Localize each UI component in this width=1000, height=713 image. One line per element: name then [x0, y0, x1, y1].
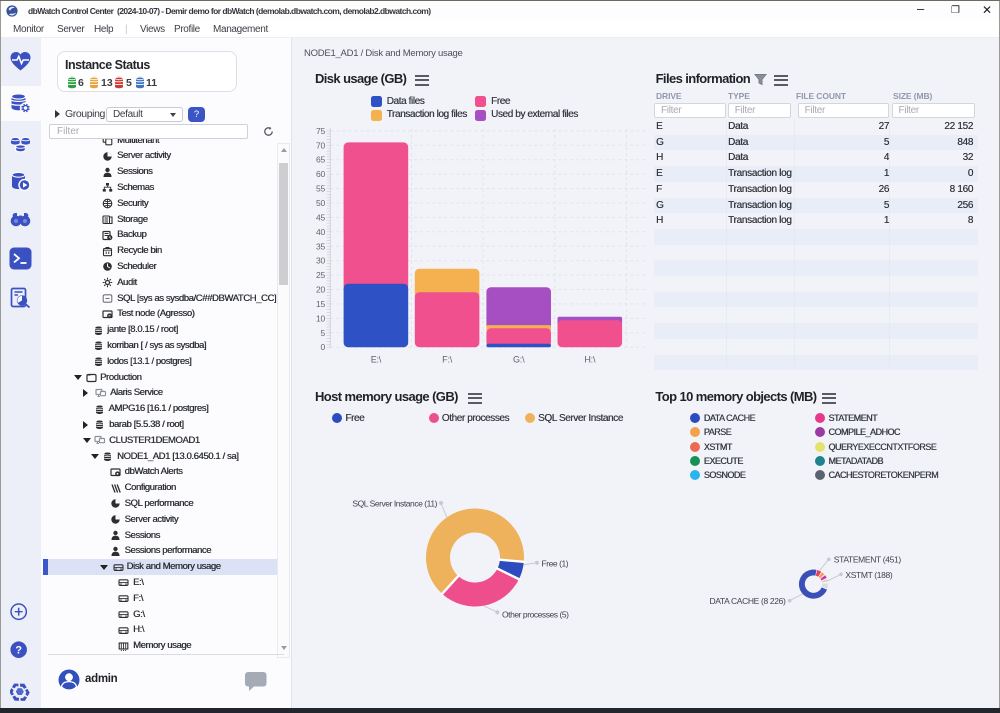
svg-text:0: 0	[320, 342, 325, 352]
svg-text:60: 60	[316, 169, 326, 179]
svg-text:XSTMT (188): XSTMT (188)	[845, 570, 893, 580]
svg-text:H:\: H:\	[584, 355, 596, 365]
svg-text:?: ?	[15, 644, 22, 656]
svg-text:Free (1): Free (1)	[542, 558, 569, 568]
svg-text:DATA CACHE (8 226): DATA CACHE (8 226)	[709, 596, 786, 606]
svg-text:25: 25	[316, 270, 326, 280]
svg-text:E:\: E:\	[371, 355, 382, 365]
svg-text:35: 35	[316, 241, 326, 251]
svg-text:15: 15	[316, 299, 326, 309]
svg-text:75: 75	[316, 126, 326, 136]
svg-text:20: 20	[316, 285, 326, 295]
svg-text:50: 50	[316, 198, 326, 208]
svg-text:65: 65	[316, 155, 326, 165]
svg-text:10: 10	[316, 313, 326, 323]
svg-text:55: 55	[316, 184, 326, 194]
svg-text:5: 5	[320, 328, 325, 338]
svg-text:STATEMENT (451): STATEMENT (451)	[834, 555, 902, 565]
svg-text:SQL Server Instance (11): SQL Server Instance (11)	[352, 499, 437, 509]
svg-text:30: 30	[316, 256, 326, 266]
svg-text:Other processes (5): Other processes (5)	[502, 610, 569, 620]
svg-text:70: 70	[316, 140, 326, 150]
svg-text:40: 40	[316, 227, 326, 237]
svg-text:F:\: F:\	[442, 355, 453, 365]
svg-text:G:\: G:\	[513, 355, 525, 365]
svg-text:45: 45	[316, 212, 326, 222]
